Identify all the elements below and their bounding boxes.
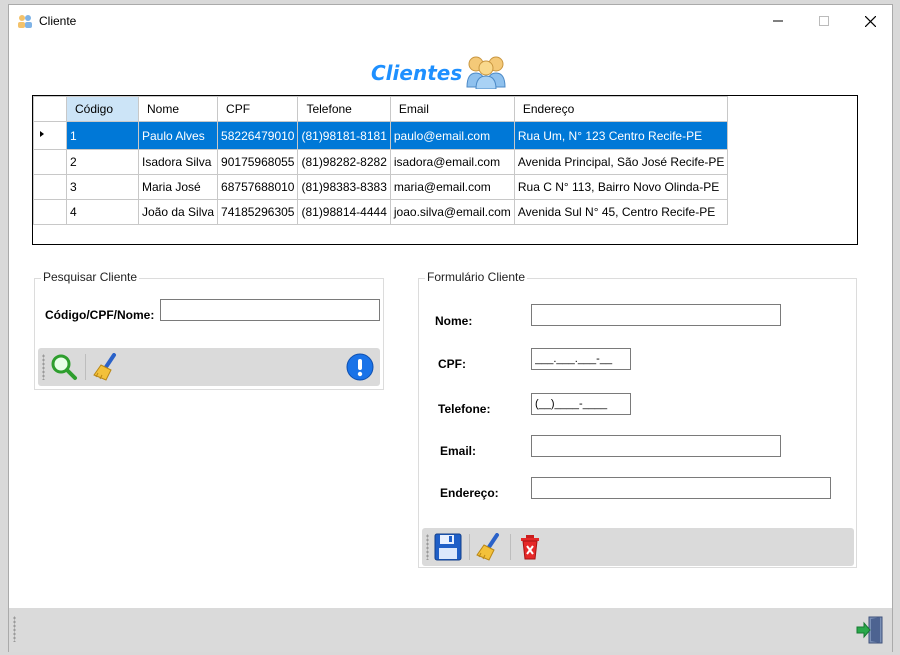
table-row[interactable]: 1 Paulo Alves 58226479010 (81)98181-8181… (33, 121, 729, 150)
telefone-field[interactable] (531, 393, 631, 415)
clear-form-button[interactable] (474, 532, 504, 562)
cpf-field[interactable] (531, 348, 631, 370)
search-label: Código/CPF/Nome: (45, 308, 155, 322)
search-icon (51, 354, 77, 380)
users-icon (466, 56, 506, 89)
page-title: Clientes (371, 61, 463, 85)
toolbar-grip[interactable] (426, 534, 429, 560)
toolbar-separator (85, 354, 86, 380)
cell-cpf[interactable]: 68757688010 (217, 174, 299, 200)
title-bar: Cliente (9, 5, 892, 37)
cell-email[interactable]: paulo@email.com (389, 121, 515, 150)
minimize-icon (773, 20, 783, 22)
column-header-endereco[interactable]: Endereço (513, 96, 729, 122)
cell-email[interactable]: maria@email.com (389, 174, 515, 200)
close-icon (864, 15, 876, 27)
status-bar (9, 608, 892, 652)
trash-icon (521, 535, 539, 560)
clear-search-button[interactable] (91, 352, 121, 382)
cell-endereco[interactable]: Avenida Sul N° 45, Centro Recife-PE (513, 199, 729, 225)
broom-icon (476, 533, 499, 561)
cell-cpf[interactable]: 74185296305 (217, 199, 299, 225)
form-group-title: Formulário Cliente (425, 270, 528, 284)
toolbar-separator (510, 534, 511, 560)
cell-nome[interactable]: Isadora Silva (137, 149, 219, 175)
column-header-nome[interactable]: Nome (137, 96, 219, 122)
endereco-label: Endereço: (440, 486, 499, 500)
table-row[interactable]: 2 Isadora Silva 90175968055 (81)98282-82… (33, 149, 729, 175)
row-header-corner (33, 96, 67, 122)
cell-nome[interactable]: Paulo Alves (137, 121, 219, 150)
toolbar-separator (469, 534, 470, 560)
broom-icon (93, 353, 116, 381)
endereco-field[interactable] (531, 477, 831, 499)
client-form-group: Formulário Cliente Nome: CPF: Telefone: … (418, 270, 857, 568)
search-button[interactable] (49, 352, 79, 382)
exit-icon (856, 616, 883, 644)
cell-telefone[interactable]: (81)98814-4444 (297, 199, 391, 225)
toolbar-grip[interactable] (13, 616, 16, 642)
nome-field[interactable] (531, 304, 781, 326)
clients-table: Código Nome CPF Telefone Email Endereço … (33, 96, 729, 225)
table-row[interactable]: 4 João da Silva 74185296305 (81)98814-44… (33, 199, 729, 225)
info-icon (346, 353, 374, 381)
cell-telefone[interactable]: (81)98282-8282 (297, 149, 391, 175)
cell-nome[interactable]: Maria José (137, 174, 219, 200)
row-pointer-icon (40, 131, 44, 137)
row-selector[interactable] (33, 199, 67, 225)
cell-cpf[interactable]: 90175968055 (217, 149, 299, 175)
window-title: Cliente (39, 14, 77, 28)
column-header-cpf[interactable]: CPF (217, 96, 299, 122)
form-toolbar (422, 528, 854, 566)
cell-telefone[interactable]: (81)98181-8181 (297, 121, 391, 150)
app-icon (18, 15, 32, 28)
cell-endereco[interactable]: Avenida Principal, São José Recife-PE (513, 149, 729, 175)
info-button[interactable] (345, 352, 375, 382)
maximize-button[interactable] (801, 5, 847, 37)
cell-email[interactable]: isadora@email.com (389, 149, 515, 175)
save-button[interactable] (433, 532, 463, 562)
search-toolbar (38, 348, 380, 386)
row-selector[interactable] (33, 174, 67, 200)
nome-label: Nome: (435, 314, 473, 328)
search-group-title: Pesquisar Cliente (41, 270, 140, 284)
cell-codigo[interactable]: 1 (66, 121, 139, 150)
cell-codigo[interactable]: 4 (66, 199, 139, 225)
column-header-codigo[interactable]: Código (66, 96, 139, 122)
save-icon (434, 533, 462, 561)
maximize-icon (819, 16, 829, 26)
clients-grid[interactable]: Código Nome CPF Telefone Email Endereço … (32, 95, 858, 245)
minimize-button[interactable] (755, 5, 801, 37)
cell-endereco[interactable]: Rua Um, N° 123 Centro Recife-PE (513, 121, 729, 150)
cell-codigo[interactable]: 3 (66, 174, 139, 200)
grid-header-row: Código Nome CPF Telefone Email Endereço (33, 96, 729, 122)
email-label: Email: (440, 444, 477, 458)
telefone-label: Telefone: (438, 402, 491, 416)
table-row[interactable]: 3 Maria José 68757688010 (81)98383-8383 … (33, 174, 729, 200)
delete-button[interactable] (515, 532, 545, 562)
search-group: Pesquisar Cliente Código/CPF/Nome: (34, 270, 384, 390)
row-selector[interactable] (33, 121, 67, 150)
cell-nome[interactable]: João da Silva (137, 199, 219, 225)
cell-codigo[interactable]: 2 (66, 149, 139, 175)
cpf-label: CPF: (438, 357, 466, 371)
cell-telefone[interactable]: (81)98383-8383 (297, 174, 391, 200)
toolbar-grip[interactable] (42, 354, 45, 380)
cell-email[interactable]: joao.silva@email.com (389, 199, 515, 225)
cell-endereco[interactable]: Rua C N° 113, Bairro Novo Olinda-PE (513, 174, 729, 200)
email-field[interactable] (531, 435, 781, 457)
exit-button[interactable] (855, 615, 885, 645)
client-window: Cliente Clientes Código Nome CPF Telefon… (8, 4, 893, 652)
column-header-email[interactable]: Email (389, 96, 515, 122)
search-input[interactable] (160, 299, 380, 321)
row-selector[interactable] (33, 149, 67, 175)
cell-cpf[interactable]: 58226479010 (217, 121, 299, 150)
column-header-telefone[interactable]: Telefone (297, 96, 391, 122)
close-button[interactable] (847, 5, 893, 37)
